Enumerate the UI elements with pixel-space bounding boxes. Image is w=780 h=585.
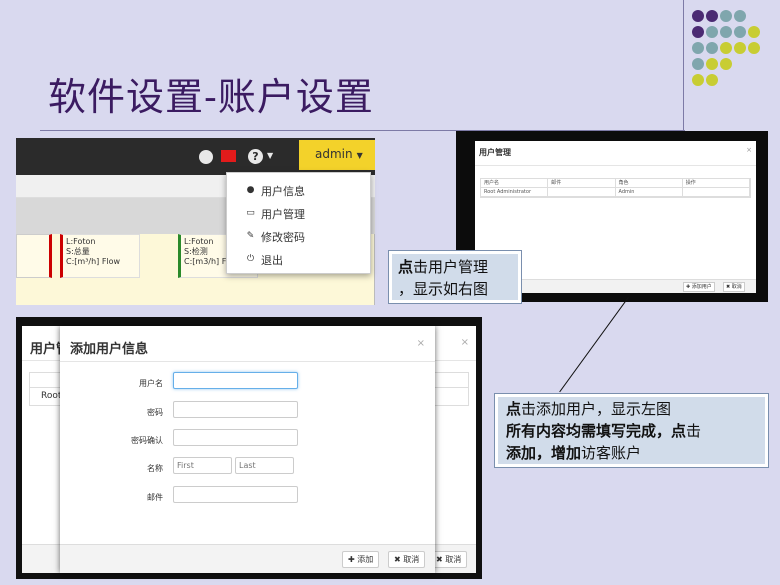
first-name-input[interactable] [173,457,232,474]
drive-icon: ▭ [246,208,255,218]
add-user-button[interactable]: ✚ 添加用户 [683,282,715,292]
admin-label: admin [315,147,353,161]
power-icon: ⏻ [246,254,255,264]
menu-item-logout[interactable]: ⏻ 退出 [227,248,370,271]
table-row[interactable]: Root Administrator Admin [481,188,750,197]
password-confirm-label: 密码确认 [131,436,163,445]
help-icon[interactable]: ? [248,149,263,164]
decorative-dot [706,26,718,38]
decorative-dot [720,42,732,54]
pointer-line [559,297,629,393]
decorative-dot [706,74,718,86]
decorative-dots [692,10,780,110]
decorative-dot [706,58,718,70]
add-user-screenshot: 用户管 × Root A ✖ 取消 添加用户信息 × 用户名 密码 密码确认 名… [16,317,482,579]
divider [475,165,756,166]
globe-icon[interactable] [199,150,213,164]
decorative-dot [692,26,704,38]
decorative-dot [692,10,704,22]
menu-item-change-password[interactable]: ✎ 修改密码 [227,225,370,248]
cancel-button[interactable]: ✖ 取消 [388,551,426,568]
modal-title: 用户管理 [479,148,511,157]
name-label: 名称 [147,464,163,473]
password-input[interactable] [173,401,298,418]
decorative-dot [720,58,732,70]
decorative-dot [748,42,760,54]
user-dropdown-menu: ● 用户信息 ▭ 用户管理 ✎ 修改密码 ⏻ 退出 [226,172,371,274]
email-label: 邮件 [147,493,163,502]
chevron-down-icon: ▼ [356,151,363,160]
edit-icon: ✎ [246,231,255,241]
password-label: 密码 [147,408,163,417]
chevron-down-icon[interactable]: ▼ [267,151,273,160]
username-input[interactable] [173,372,298,389]
decorative-dot [748,26,760,38]
top-navbar: ? ▼ admin ▼ [16,138,375,175]
add-button[interactable]: ✚ 添加 [342,551,380,568]
divider [60,361,435,362]
users-table: 用户名 邮件 角色 操作 Root Administrator Admin [480,178,751,198]
password-confirm-input[interactable] [173,429,298,446]
decorative-dot [706,10,718,22]
decorative-dot [734,26,746,38]
callout-add-user: 点击添加用户，显示左图 所有内容均需填写完成，点击 添加，增加访客账户 [494,393,769,468]
decorative-dot [706,42,718,54]
admin-menu-button[interactable]: admin ▼ [299,140,375,170]
slide-title: 软件设置-账户设置 [48,75,374,119]
modal-title: 添加用户信息 [70,342,149,357]
close-icon[interactable]: × [417,338,425,349]
decorative-dot [720,26,732,38]
cancel-button[interactable]: ✖ 取消 [430,551,468,568]
decorative-dot [692,74,704,86]
decorative-dot [734,10,746,22]
decorative-dot [720,10,732,22]
callout-user-management: 点击用户管理 ，显示如右图 [388,250,522,304]
decorative-dot [692,42,704,54]
dashboard-card[interactable]: L:Foton S:总量 C:[m³/h] Flow [60,234,140,278]
decorative-dot [734,42,746,54]
email-input[interactable] [173,486,298,503]
user-icon: ● [246,185,255,195]
close-icon[interactable]: × [461,337,469,348]
menu-item-user-management[interactable]: ▭ 用户管理 [227,202,370,225]
vertical-divider [683,0,684,130]
dashboard-card-partial[interactable] [16,234,52,278]
china-flag-icon[interactable] [221,150,236,162]
close-icon[interactable]: × [746,146,752,154]
decorative-dot [692,58,704,70]
modal-footer: ✚ 添加 ✖ 取消 [60,544,435,573]
table-header: 用户名 邮件 角色 操作 [481,179,750,188]
add-user-modal: 添加用户信息 × 用户名 密码 密码确认 名称 邮件 ✚ 添加 ✖ 取消 [60,326,435,573]
menu-item-user-info[interactable]: ● 用户信息 [227,179,370,202]
username-label: 用户名 [139,379,163,388]
last-name-input[interactable] [235,457,294,474]
cancel-button[interactable]: ✖ 取消 [723,282,745,292]
